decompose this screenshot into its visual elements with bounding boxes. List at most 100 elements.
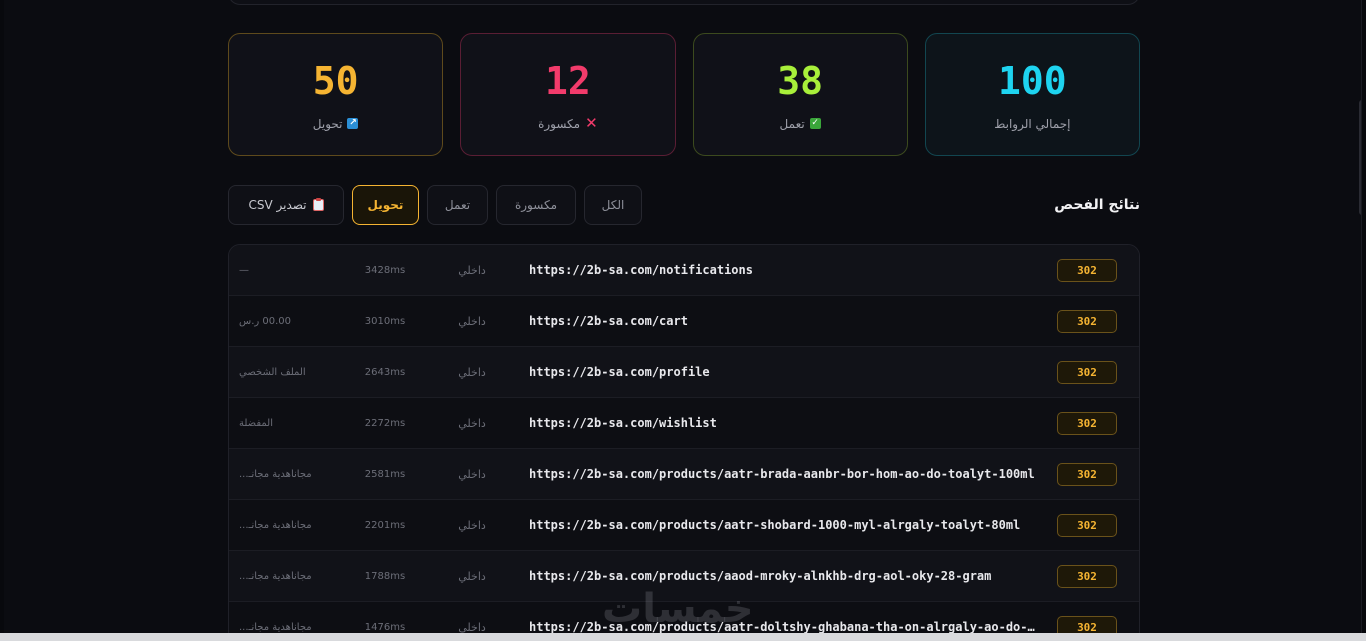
table-row[interactable]: 302 https://2b-sa.com/cart داخلي 3010ms 00.0…	[229, 296, 1139, 347]
response-time-cell: 3428ms	[364, 264, 406, 276]
stat-label-text: تحويل	[312, 116, 343, 131]
stat-card-broken: 12 ✕ مكسورة	[460, 33, 676, 156]
filter-redirect-button[interactable]: تحويل	[352, 185, 419, 225]
response-time-cell: 1476ms	[364, 621, 406, 633]
link-type-cell: داخلي	[458, 620, 486, 634]
page-title-text: المفضلة	[239, 417, 274, 429]
url-text[interactable]: https://2b-sa.com/products/aatr-shobard-…	[529, 518, 1039, 532]
status-code-cell: 302	[1057, 500, 1117, 550]
page-title-text: مجاناًهدية مجانـ...	[239, 570, 312, 582]
status-code-cell: 302	[1057, 296, 1117, 346]
stat-value-broken: 12	[544, 58, 591, 103]
status-code-badge: 302	[1057, 258, 1117, 282]
stat-label-text: مكسورة	[538, 116, 581, 131]
response-time-cell: 1788ms	[364, 570, 406, 582]
page-title-cell: الملف الشخصي	[239, 347, 331, 397]
status-code-badge: 302	[1057, 360, 1117, 384]
url-cell[interactable]: https://2b-sa.com/cart	[529, 296, 1039, 346]
status-code-badge: 302	[1057, 513, 1117, 537]
link-type-cell: داخلي	[458, 518, 486, 532]
page-title-cell: 00.00 ر.س	[239, 296, 331, 346]
stats-row: 50 ↗ تحويل 12 ✕ مكسورة 38 ✓ تعمل 100 إجم…	[228, 33, 1140, 156]
url-cell[interactable]: https://2b-sa.com/products/aatr-shobard-…	[529, 500, 1039, 550]
page-title-cell: مجاناًهدية مجانـ...	[239, 602, 331, 633]
stat-value-redirect: 50	[312, 58, 359, 103]
status-code-badge: 302	[1057, 615, 1117, 633]
status-code-cell: 302	[1057, 398, 1117, 448]
stat-label-broken: ✕ مكسورة	[538, 114, 598, 132]
stat-label-redirect: ↗ تحويل	[313, 117, 359, 131]
link-type-cell: داخلي	[458, 569, 486, 583]
page-title-text: —	[239, 264, 249, 276]
scrollbar-thumb[interactable]	[1359, 100, 1361, 215]
page-title-cell: —	[239, 245, 331, 295]
url-cell[interactable]: https://2b-sa.com/wishlist	[529, 398, 1039, 448]
page-title-cell: مجاناًهدية مجانـ...	[239, 551, 331, 601]
stat-value-working: 38	[777, 58, 823, 103]
stat-label-working: ✓ تعمل	[780, 117, 821, 131]
x-icon: ✕	[585, 114, 598, 132]
status-code-cell: 302	[1057, 245, 1117, 295]
page-title-text: مجاناًهدية مجانـ...	[239, 621, 312, 633]
export-csv-button[interactable]: تصدير CSV	[228, 185, 344, 225]
url-text[interactable]: https://2b-sa.com/products/aatr-brada-aa…	[529, 467, 1039, 481]
url-cell[interactable]: https://2b-sa.com/products/aatr-doltshy-…	[529, 602, 1039, 633]
status-code-badge: 302	[1057, 309, 1117, 333]
app-frame: 50 ↗ تحويل 12 ✕ مكسورة 38 ✓ تعمل 100 إجم…	[4, 0, 1362, 633]
table-row[interactable]: 302 https://2b-sa.com/profile داخلي 2643ms ا…	[229, 347, 1139, 398]
url-text[interactable]: https://2b-sa.com/products/aatr-doltshy-…	[529, 620, 1039, 633]
link-type-cell: داخلي	[458, 365, 486, 379]
table-row[interactable]: 302 https://2b-sa.com/products/aaod-mroky…	[229, 551, 1139, 602]
url-cell[interactable]: https://2b-sa.com/notifications	[529, 245, 1039, 295]
status-code-cell: 302	[1057, 551, 1117, 601]
link-type-cell: داخلي	[458, 416, 486, 430]
filter-bar: تصدير CSV تحويل تعمل مكسورة الكل	[228, 185, 642, 225]
bottom-strip	[0, 633, 1366, 641]
url-text[interactable]: https://2b-sa.com/profile	[529, 365, 1039, 379]
table-row[interactable]: 302 https://2b-sa.com/notifications داخلي 3…	[229, 245, 1139, 296]
table-row[interactable]: 302 https://2b-sa.com/products/aatr-brada…	[229, 449, 1139, 500]
table-row[interactable]: 302 https://2b-sa.com/products/aatr-shoba…	[229, 500, 1139, 551]
results-table: 302 https://2b-sa.com/notifications داخلي 3…	[228, 244, 1140, 633]
status-code-cell: 302	[1057, 602, 1117, 633]
response-time-cell: 2201ms	[364, 519, 406, 531]
stat-label-text: تعمل	[779, 116, 805, 131]
status-code-badge: 302	[1057, 564, 1117, 588]
stat-card-working: 38 ✓ تعمل	[692, 33, 908, 156]
url-text[interactable]: https://2b-sa.com/cart	[529, 314, 1039, 328]
link-type-cell: داخلي	[458, 467, 486, 481]
filter-working-button[interactable]: تعمل	[427, 185, 488, 225]
page-title-cell: مجاناًهدية مجانـ...	[239, 449, 331, 499]
page-title-cell: المفضلة	[239, 398, 331, 448]
status-code-cell: 302	[1057, 449, 1117, 499]
response-time-cell: 2272ms	[364, 417, 406, 429]
url-text[interactable]: https://2b-sa.com/notifications	[529, 263, 1039, 277]
arrow-up-right-icon: ↗	[347, 118, 359, 129]
url-text[interactable]: https://2b-sa.com/products/aaod-mroky-al…	[529, 569, 1039, 583]
stat-label-text: إجمالي الروابط	[994, 116, 1071, 131]
url-cell[interactable]: https://2b-sa.com/products/aaod-mroky-al…	[529, 551, 1039, 601]
status-code-badge: 302	[1057, 411, 1117, 435]
stat-card-total: 100 إجمالي الروابط	[924, 33, 1140, 156]
status-code-cell: 302	[1057, 347, 1117, 397]
clipboard-icon	[312, 198, 324, 211]
stat-label-total: إجمالي الروابط	[994, 117, 1070, 131]
filter-all-button[interactable]: الكل	[584, 185, 642, 225]
export-csv-label: تصدير CSV	[248, 198, 307, 212]
link-type-cell: داخلي	[458, 263, 486, 277]
filter-broken-button[interactable]: مكسورة	[496, 185, 576, 225]
url-cell[interactable]: https://2b-sa.com/products/aatr-brada-aa…	[529, 449, 1039, 499]
url-cell[interactable]: https://2b-sa.com/profile	[529, 347, 1039, 397]
url-text[interactable]: https://2b-sa.com/wishlist	[529, 416, 1039, 430]
top-panel	[228, 0, 1140, 5]
table-row[interactable]: 302 https://2b-sa.com/wishlist داخلي 2272ms…	[229, 398, 1139, 449]
page-title-text: مجاناًهدية مجانـ...	[239, 468, 312, 480]
response-time-cell: 2581ms	[364, 468, 406, 480]
page-title-text: الملف الشخصي	[239, 366, 306, 378]
response-time-cell: 3010ms	[364, 315, 406, 327]
results-title: نتائج الفحص	[1054, 197, 1140, 213]
status-code-badge: 302	[1057, 462, 1117, 486]
check-icon: ✓	[809, 118, 821, 129]
table-row[interactable]: 302 https://2b-sa.com/products/aatr-dolts…	[229, 602, 1139, 633]
page-title-cell: مجاناًهدية مجانـ...	[239, 500, 331, 550]
